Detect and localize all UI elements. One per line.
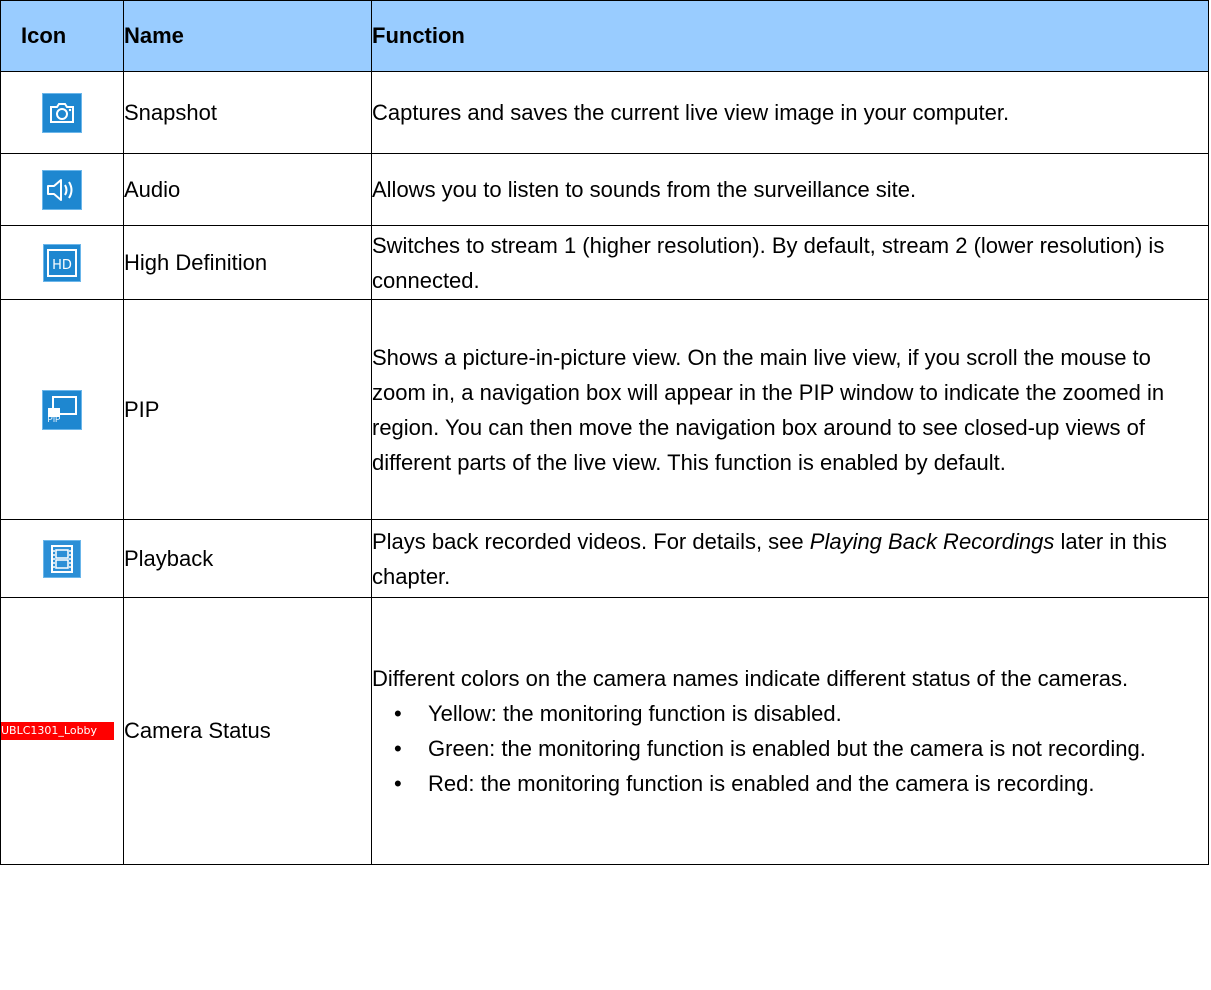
table-row: Snapshot Captures and saves the current … <box>0 71 1209 154</box>
row-function: Switches to stream 1 (higher resolution)… <box>371 225 1209 300</box>
header-name: Name <box>123 0 372 72</box>
list-item: • Red: the monitoring function is enabled… <box>372 766 1208 801</box>
row-name: High Definition <box>123 225 372 300</box>
row-function: Plays back recorded videos. For details,… <box>371 519 1209 598</box>
pip-icon: PIP <box>42 389 82 430</box>
list-item: • Green: the monitoring function is enabl… <box>372 731 1208 766</box>
bullet-icon: • <box>394 736 402 761</box>
function-text: Plays back recorded videos. For details,… <box>372 528 810 554</box>
header-icon: Icon <box>0 0 124 72</box>
list-item: • Yellow: the monitoring function is disa… <box>372 696 1208 731</box>
list-item-text: Yellow: the monitoring function is disab… <box>428 701 842 726</box>
icon-cell <box>0 519 124 598</box>
icon-cell: UBLC1301_Lobby <box>0 597 124 865</box>
header-function: Function <box>371 0 1209 72</box>
bullet-icon: • <box>394 771 402 796</box>
list-item-text: Green: the monitoring function is enable… <box>428 736 1146 761</box>
bullet-icon: • <box>394 701 402 726</box>
function-emphasis: Playing Back Recordings <box>809 528 1055 554</box>
film-icon <box>43 539 81 578</box>
table-row: PIP PIP Shows a picture-in-picture view.… <box>0 299 1209 520</box>
icon-reference-table: Icon Name Function Snapshot Captures and… <box>0 0 1209 865</box>
table-header-row: Icon Name Function <box>0 0 1209 72</box>
table-row: HD High Definition Switches to stream 1 … <box>0 225 1209 300</box>
row-name: PIP <box>123 299 372 520</box>
table-row: Audio Allows you to listen to sounds fro… <box>0 153 1209 226</box>
row-function: Allows you to listen to sounds from the … <box>371 153 1209 226</box>
row-function: Captures and saves the current live view… <box>371 71 1209 154</box>
icon-cell <box>0 71 124 154</box>
function-intro: Different colors on the camera names ind… <box>372 666 1129 691</box>
speaker-icon <box>42 169 82 210</box>
icon-cell: HD <box>0 225 124 300</box>
list-item-text: Red: the monitoring function is enabled … <box>428 771 1095 796</box>
row-name: Snapshot <box>123 71 372 154</box>
row-function: Shows a picture-in-picture view. On the … <box>371 299 1209 520</box>
table-row: Playback Plays back recorded videos. For… <box>0 519 1209 598</box>
icon-cell: PIP <box>0 299 124 520</box>
pip-icon-text: PIP <box>47 414 61 424</box>
camera-icon <box>42 92 82 133</box>
row-function: Different colors on the camera names ind… <box>371 597 1209 865</box>
icon-cell <box>0 153 124 226</box>
table-row: UBLC1301_Lobby Camera Status Different c… <box>0 597 1209 865</box>
status-list: • Yellow: the monitoring function is disa… <box>372 696 1208 801</box>
camera-status-label: UBLC1301_Lobby <box>1 721 114 740</box>
hd-icon: HD <box>43 243 81 282</box>
row-name: Camera Status <box>123 597 372 865</box>
row-name: Audio <box>123 153 372 226</box>
svg-text:HD: HD <box>52 258 72 273</box>
row-name: Playback <box>123 519 372 598</box>
